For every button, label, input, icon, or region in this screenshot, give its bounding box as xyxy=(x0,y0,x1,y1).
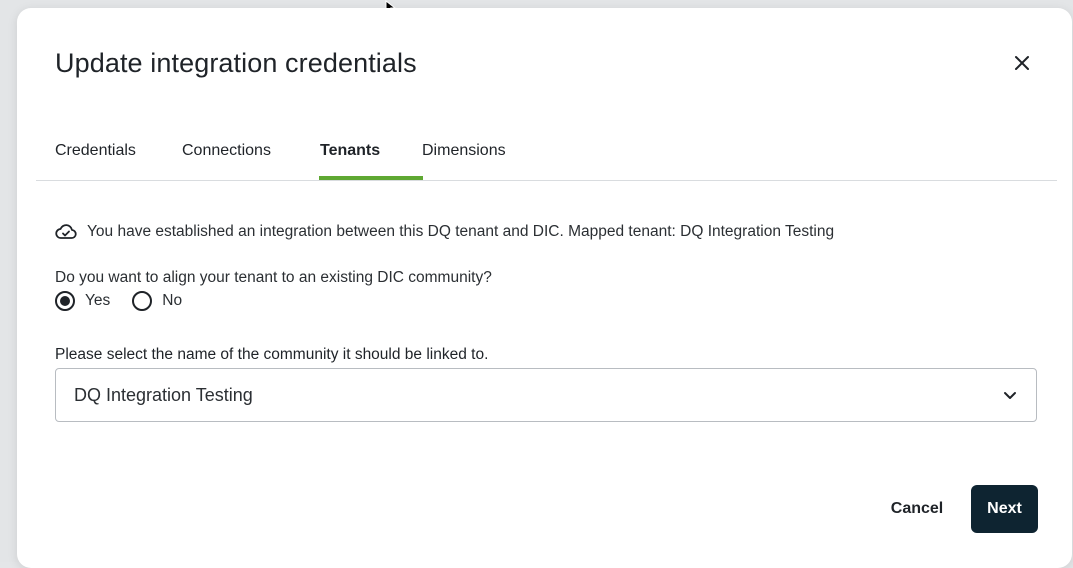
community-select[interactable]: DQ Integration Testing xyxy=(55,368,1037,422)
tab-bar: Credentials Connections Tenants Dimensio… xyxy=(36,136,1057,181)
radio-yes-label: Yes xyxy=(85,292,111,309)
chevron-down-icon xyxy=(1002,387,1018,403)
cancel-button[interactable]: Cancel xyxy=(875,486,959,532)
close-icon xyxy=(1015,56,1029,70)
tab-tenants[interactable]: Tenants xyxy=(320,136,380,180)
align-radio-group: Yes No xyxy=(55,291,204,311)
tab-dimensions[interactable]: Dimensions xyxy=(422,136,506,180)
radio-no[interactable]: No xyxy=(132,291,182,311)
dialog-title: Update integration credentials xyxy=(55,48,417,78)
active-tab-indicator xyxy=(319,176,423,180)
tab-credentials[interactable]: Credentials xyxy=(55,136,136,180)
radio-yes-circle[interactable] xyxy=(55,291,75,311)
community-select-label: Please select the name of the community … xyxy=(55,346,489,363)
radio-no-circle[interactable] xyxy=(132,291,153,311)
next-button[interactable]: Next xyxy=(971,485,1038,533)
close-button[interactable] xyxy=(1007,48,1037,78)
align-question: Do you want to align your tenant to an e… xyxy=(55,269,492,286)
tab-connections[interactable]: Connections xyxy=(182,136,271,180)
radio-selected-dot xyxy=(60,296,70,306)
radio-no-label: No xyxy=(162,292,183,309)
update-credentials-dialog: Update integration credentials Credentia… xyxy=(17,8,1072,568)
integration-info-text: You have established an integration betw… xyxy=(87,223,835,240)
community-select-value: DQ Integration Testing xyxy=(74,385,253,405)
integration-info: You have established an integration betw… xyxy=(55,221,834,243)
radio-yes[interactable]: Yes xyxy=(55,291,110,311)
cloud-check-icon xyxy=(55,223,77,241)
